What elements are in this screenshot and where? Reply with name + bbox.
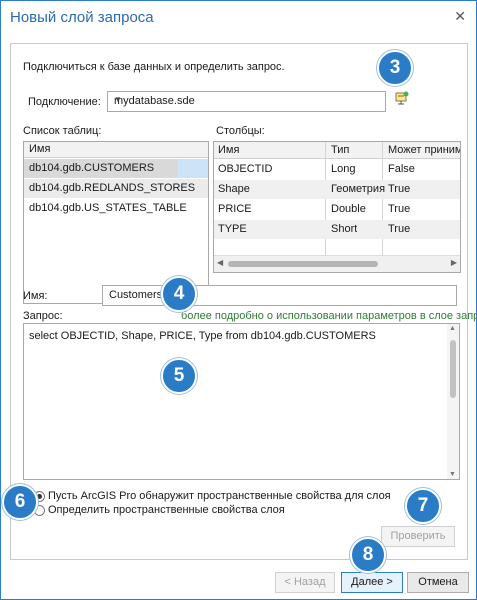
callout-badge-5: 5: [161, 358, 197, 394]
close-icon[interactable]: ✕: [454, 8, 466, 25]
next-button[interactable]: Далее >: [341, 572, 403, 593]
tables-header-name: Имя: [29, 143, 51, 155]
callout-badge-4: 4: [161, 276, 197, 312]
column-name: TYPE: [218, 223, 247, 235]
define-spatial-label[interactable]: Определить пространственные свойства сло…: [48, 504, 285, 516]
table-name: db104.gdb.US_STATES_TABLE: [29, 202, 187, 214]
validate-button[interactable]: Проверить: [381, 526, 455, 547]
connection-label: Подключение:: [28, 96, 101, 108]
column-type: Long: [331, 163, 356, 175]
columns-label: Столбцы:: [216, 125, 265, 137]
connection-dropdown[interactable]: mydatabase.sde ▼: [107, 91, 386, 112]
scroll-down-icon[interactable]: ▼: [449, 471, 456, 478]
columns-row[interactable]: OBJECTID Long False: [214, 160, 460, 179]
column-nullable: True: [388, 223, 411, 235]
column-name: OBJECTID: [218, 163, 273, 175]
table-name: db104.gdb.CUSTOMERS: [29, 162, 155, 174]
table-row[interactable]: db104.gdb.CUSTOMERS: [24, 159, 208, 178]
dialog-window: Новый слой запроса ✕ Подключиться к базе…: [0, 0, 477, 600]
query-parameters-link[interactable]: более подробно о использовании параметро…: [181, 310, 477, 322]
cancel-button[interactable]: Отмена: [407, 572, 469, 593]
table-row[interactable]: db104.gdb.US_STATES_TABLE: [24, 199, 208, 218]
column-name: PRICE: [218, 203, 252, 215]
auto-detect-label[interactable]: Пусть ArcGIS Pro обнаружит пространствен…: [48, 490, 391, 502]
database-connection-icon[interactable]: [395, 91, 409, 105]
column-nullable: True: [388, 203, 411, 215]
table-name: db104.gdb.REDLANDS_STORES: [29, 182, 196, 194]
table-row[interactable]: db104.gdb.REDLANDS_STORES: [24, 179, 208, 198]
query-textarea[interactable]: select OBJECTID, Shape, PRICE, Type from…: [23, 323, 460, 480]
dialog-title: Новый слой запроса: [10, 9, 154, 26]
columns-row[interactable]: TYPE Short True: [214, 220, 460, 239]
col-header-type: Тип: [331, 144, 350, 156]
column-type: Double: [331, 203, 366, 215]
chevron-down-icon: ▼: [114, 95, 122, 104]
callout-badge-7: 7: [405, 488, 441, 524]
columns-header: Имя Тип Может приним: [214, 142, 460, 159]
columns-horizontal-scrollbar[interactable]: ◀ ▶: [214, 255, 460, 272]
name-value: Customers: [109, 289, 163, 301]
column-type: Геометрия: [331, 183, 386, 195]
scrollbar-thumb[interactable]: [228, 261, 378, 267]
column-type: Short: [331, 223, 358, 235]
col-header-name: Имя: [218, 144, 240, 156]
tables-label: Список таблиц:: [23, 125, 102, 137]
callout-badge-6: 6: [2, 484, 38, 520]
query-vertical-scrollbar[interactable]: ▲ ▼: [447, 324, 459, 479]
col-header-nullable: Может приним: [388, 144, 461, 156]
column-nullable: True: [388, 183, 411, 195]
tables-header: Имя: [24, 142, 208, 158]
query-label: Запрос:: [23, 310, 63, 322]
scroll-left-icon[interactable]: ◀: [217, 258, 223, 267]
title-bar: Новый слой запроса ✕: [1, 1, 476, 35]
columns-grid[interactable]: Имя Тип Может приним OBJECTID Long False…: [213, 141, 461, 273]
scroll-right-icon[interactable]: ▶: [451, 258, 457, 267]
scrollbar-thumb[interactable]: [450, 340, 456, 398]
column-name: Shape: [218, 183, 250, 195]
connect-instructions: Подключиться к базе данных и определить …: [23, 61, 285, 73]
columns-row[interactable]: Shape Геометрия True: [214, 180, 460, 199]
name-input[interactable]: Customers: [102, 285, 457, 306]
callout-badge-8: 8: [350, 537, 386, 573]
query-layer-panel: Подключиться к базе данных и определить …: [10, 43, 477, 560]
callout-badge-3: 3: [377, 50, 413, 86]
query-text: select OBJECTID, Shape, PRICE, Type from…: [29, 330, 376, 342]
columns-row[interactable]: PRICE Double True: [214, 200, 460, 219]
back-button[interactable]: < Назад: [275, 572, 335, 593]
column-nullable: False: [388, 163, 415, 175]
scroll-up-icon[interactable]: ▲: [449, 325, 456, 332]
name-label: Имя:: [23, 290, 48, 302]
row-selection-marker: [178, 159, 208, 178]
